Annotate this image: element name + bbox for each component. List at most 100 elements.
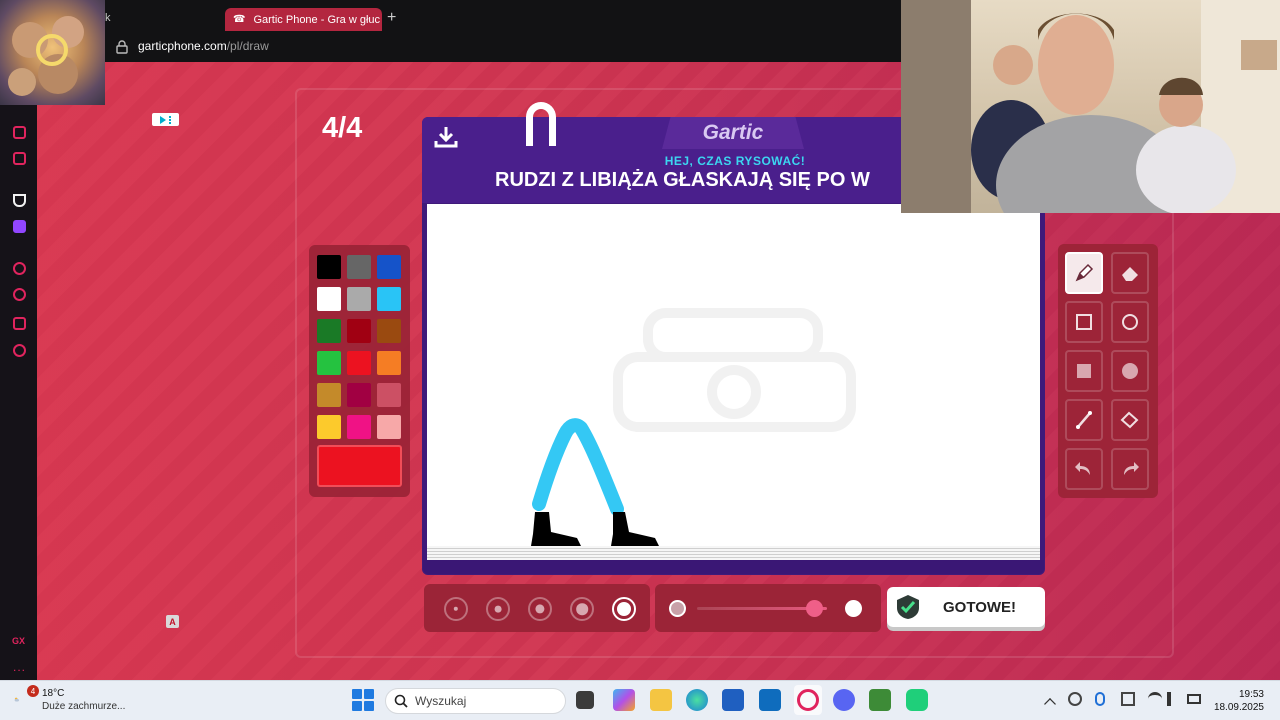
color-swatch[interactable] <box>377 383 401 407</box>
sidebar-player-icon[interactable] <box>13 262 26 275</box>
opacity-min-indicator <box>669 600 686 617</box>
copilot-icon[interactable] <box>613 689 635 711</box>
weather-notification-badge: 4 <box>27 685 39 697</box>
current-color-preview[interactable] <box>317 445 402 487</box>
color-swatch[interactable] <box>317 415 341 439</box>
sidebar-twitch-icon[interactable] <box>13 220 26 233</box>
done-button[interactable]: GOTOWE! <box>887 587 1045 627</box>
tool-rectangle-outline-button[interactable] <box>1065 301 1103 343</box>
battery-icon[interactable] <box>1187 694 1201 704</box>
prompt-header: HEJ, CZAS RYSOWAĆ! <box>664 154 806 168</box>
tool-ellipse-filled-button[interactable] <box>1111 350 1149 392</box>
store-icon[interactable] <box>722 689 744 711</box>
microphone-icon[interactable] <box>1095 692 1105 706</box>
color-swatch[interactable] <box>347 319 371 343</box>
canvas-paper-edge <box>427 546 1040 560</box>
sidebar-gx-label[interactable]: GX <box>12 636 25 646</box>
color-swatch[interactable] <box>347 255 371 279</box>
color-swatch[interactable] <box>377 287 401 311</box>
ellipse-filled-icon <box>1122 363 1138 379</box>
drawing-canvas[interactable] <box>427 204 1040 546</box>
url-path: /pl/draw <box>226 39 269 53</box>
sidebar-gx-corner-icon[interactable] <box>13 152 26 165</box>
color-swatch[interactable] <box>377 351 401 375</box>
color-swatch[interactable] <box>347 383 371 407</box>
tool-fill-bucket-button[interactable] <box>1111 399 1149 441</box>
sidebar-settings-icon[interactable] <box>13 344 26 357</box>
done-label: GOTOWE! <box>943 598 1017 616</box>
rectangle-filled-icon <box>1077 364 1091 378</box>
pencil-icon <box>1075 263 1094 282</box>
brush-size-option[interactable] <box>528 597 552 621</box>
color-swatch[interactable] <box>317 383 341 407</box>
browser-sidebar <box>0 62 37 680</box>
eraser-icon <box>1122 267 1138 281</box>
fill-bucket-icon <box>1120 411 1139 429</box>
color-swatch[interactable] <box>377 255 401 279</box>
url-field[interactable]: garticphone.com/pl/draw <box>138 39 269 53</box>
sidebar-more-button[interactable]: ... <box>13 660 26 674</box>
color-swatch[interactable] <box>317 351 341 375</box>
lock-icon[interactable] <box>116 40 128 54</box>
color-swatch[interactable] <box>377 319 401 343</box>
drawing-panel-footer <box>423 560 1044 574</box>
tool-rectangle-filled-button[interactable] <box>1065 350 1103 392</box>
redo-icon <box>1124 462 1139 475</box>
tool-redo-button[interactable] <box>1111 448 1149 490</box>
brush-size-option[interactable] <box>612 597 636 621</box>
start-button[interactable] <box>352 689 374 711</box>
discord-icon[interactable] <box>833 689 855 711</box>
opera-gx-icon[interactable] <box>797 689 819 711</box>
brush-size-option[interactable] <box>486 597 510 621</box>
streamer-avatar-overlay <box>0 0 105 105</box>
color-swatch[interactable] <box>317 255 341 279</box>
display-icon[interactable] <box>1121 692 1135 706</box>
new-tab-button[interactable]: + <box>387 9 396 27</box>
tool-line-button[interactable] <box>1065 399 1103 441</box>
onedrive-icon[interactable] <box>1068 692 1082 706</box>
ad-choices-icon[interactable] <box>152 113 179 126</box>
color-swatch[interactable] <box>347 415 371 439</box>
color-swatch[interactable] <box>347 287 371 311</box>
color-swatch[interactable] <box>317 319 341 343</box>
prompt-text: RUDZI Z LIBIĄŻA GŁASKAJĄ SIĘ PO W <box>495 169 870 191</box>
brush-size-option[interactable] <box>444 597 468 621</box>
sidebar-vpn-icon[interactable] <box>13 194 26 207</box>
canvas-hanger-decoration <box>526 102 556 146</box>
phone-icon: ☎ <box>233 14 246 25</box>
minecraft-icon[interactable] <box>869 689 891 711</box>
color-swatch[interactable] <box>317 287 341 311</box>
rectangle-outline-icon <box>1076 314 1092 330</box>
edge-icon[interactable] <box>686 689 708 711</box>
color-swatch[interactable] <box>347 351 371 375</box>
sidebar-history-icon[interactable] <box>13 288 26 301</box>
sidebar-extensions-icon[interactable] <box>13 317 26 330</box>
weather-description[interactable]: Duże zachmurze... <box>42 701 125 712</box>
search-icon <box>394 694 408 708</box>
taskbar-search[interactable]: Wyszukaj <box>385 688 566 714</box>
clock-time: 19:53 <box>1238 689 1264 700</box>
ad-block-icon[interactable]: A <box>166 615 179 628</box>
taskbar-clock[interactable]: 19:53 18.09.2025 <box>1206 688 1264 714</box>
task-view-icon[interactable] <box>576 691 594 709</box>
tool-undo-button[interactable] <box>1065 448 1103 490</box>
tab-gartic-phone[interactable]: ☎ Gartic Phone - Gra w głuc <box>225 8 382 31</box>
outlook-icon[interactable] <box>759 689 781 711</box>
clock-date: 18.09.2025 <box>1213 702 1264 713</box>
undo-icon <box>1075 462 1090 475</box>
tool-eraser-button[interactable] <box>1111 252 1149 294</box>
previous-tab-label[interactable]: k <box>105 12 111 24</box>
opacity-slider-thumb[interactable] <box>806 600 823 617</box>
weather-temperature[interactable]: 18°C <box>42 688 64 699</box>
brush-size-option[interactable] <box>570 597 594 621</box>
sidebar-gx-control-icon[interactable] <box>13 126 26 139</box>
game-app-icon[interactable] <box>906 689 928 711</box>
file-explorer-icon[interactable] <box>650 689 672 711</box>
wifi-icon[interactable] <box>1148 692 1162 706</box>
volume-icon[interactable] <box>1167 692 1181 706</box>
tool-ellipse-outline-button[interactable] <box>1111 301 1149 343</box>
round-counter: 4/4 <box>322 112 363 144</box>
tool-pencil-button[interactable] <box>1065 252 1103 294</box>
download-icon[interactable] <box>432 124 460 150</box>
color-swatch[interactable] <box>377 415 401 439</box>
